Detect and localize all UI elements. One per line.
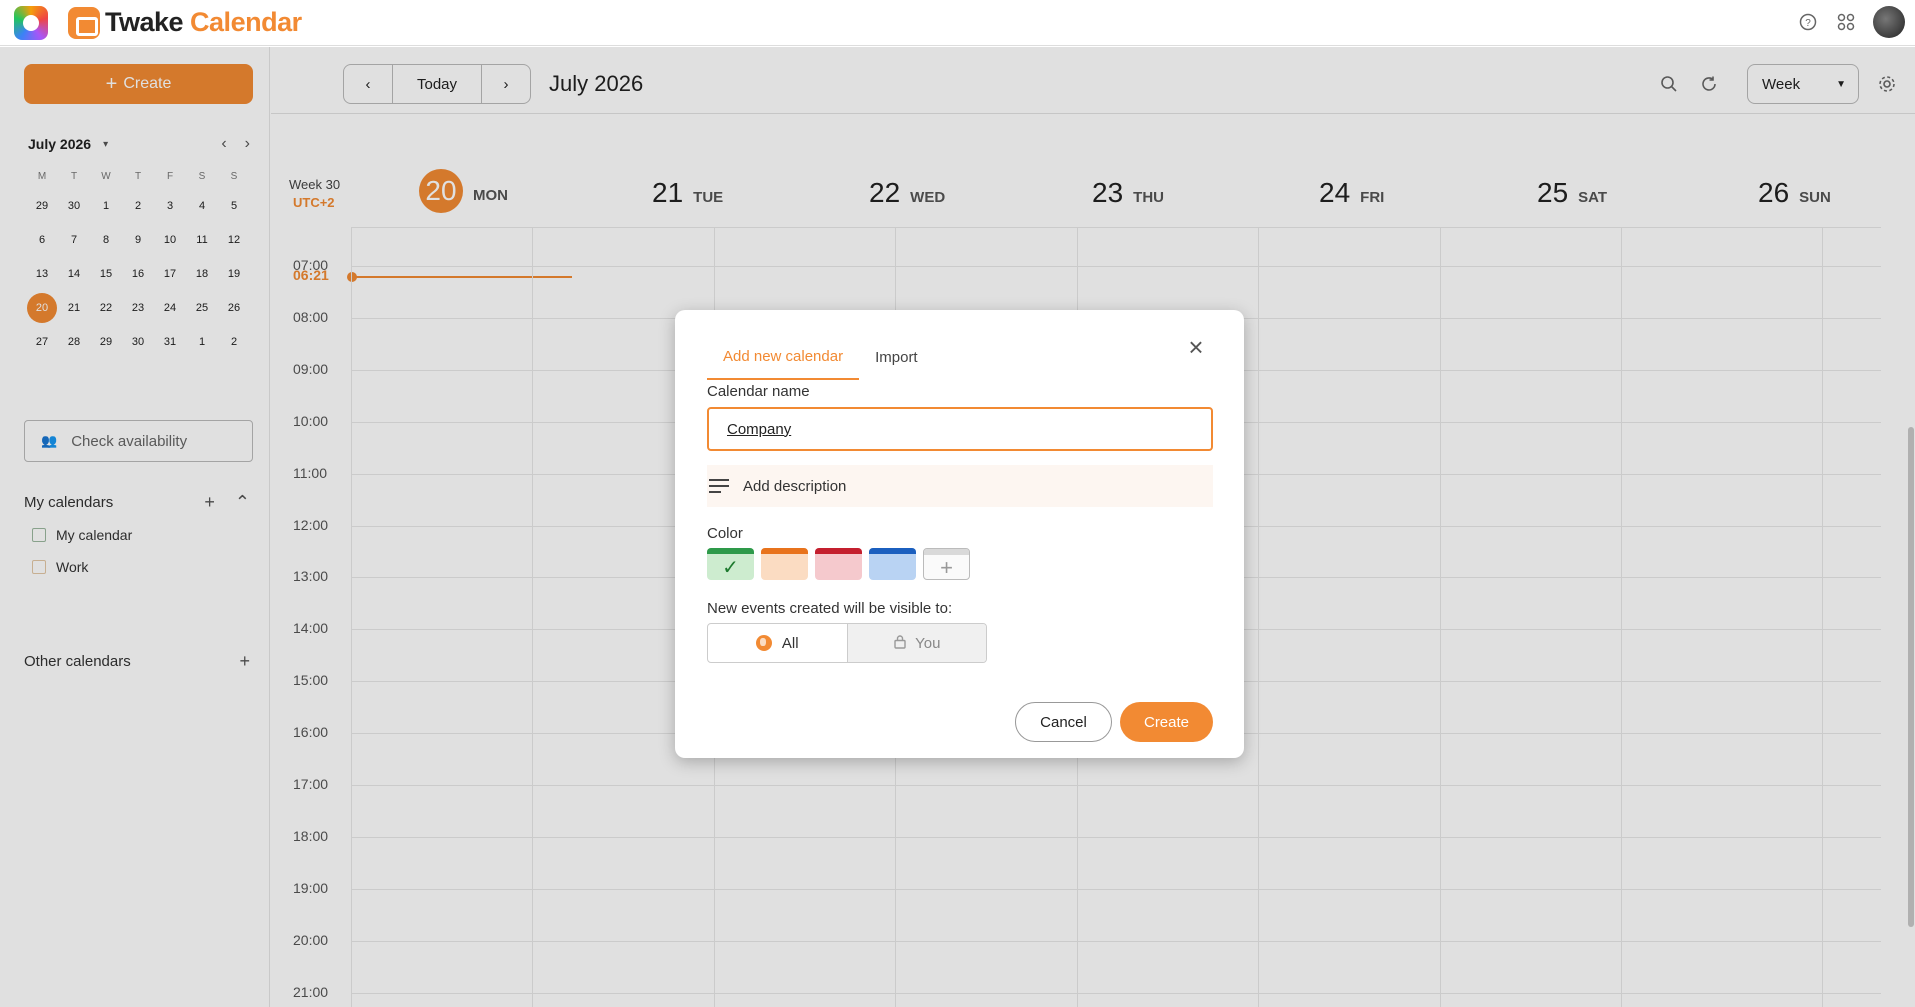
brand-logo[interactable]: Twake Calendar xyxy=(68,6,302,39)
add-calendar-dialog: Add new calendar Import × Calendar name … xyxy=(675,310,1244,758)
calendar-name-input[interactable] xyxy=(707,407,1213,451)
visibility-you-label: You xyxy=(915,634,941,652)
brand-name-part1: Twake xyxy=(105,7,184,37)
color-swatch[interactable] xyxy=(815,548,862,580)
create-calendar-button[interactable]: Create xyxy=(1120,702,1213,742)
text-lines-icon xyxy=(709,479,729,493)
color-swatches: ✓ + xyxy=(707,548,970,580)
apps-grid-icon[interactable] xyxy=(1835,11,1857,33)
color-swatch[interactable]: ✓ xyxy=(707,548,754,580)
tab-add-new-calendar[interactable]: Add new calendar xyxy=(707,334,860,380)
help-icon[interactable]: ? xyxy=(1797,11,1819,33)
color-swatch[interactable] xyxy=(869,548,916,580)
visibility-toggle: All You xyxy=(707,623,987,663)
visibility-all-option[interactable]: All xyxy=(708,624,847,662)
plus-icon: + xyxy=(940,555,953,580)
lock-icon xyxy=(893,634,907,652)
add-custom-color-button[interactable]: + xyxy=(923,548,970,580)
visibility-all-label: All xyxy=(781,634,799,652)
add-description-label: Add description xyxy=(743,477,847,495)
color-label: Color xyxy=(707,525,743,542)
svg-text:?: ? xyxy=(1805,18,1811,29)
calendar-logo-icon xyxy=(68,6,100,39)
color-swatch[interactable] xyxy=(761,548,808,580)
twake-apps-logo-icon[interactable] xyxy=(14,5,48,40)
dialog-tabs: Add new calendar Import xyxy=(707,334,934,380)
globe-icon xyxy=(755,635,772,651)
visibility-you-option[interactable]: You xyxy=(846,624,986,662)
user-avatar[interactable] xyxy=(1873,6,1905,38)
add-description-button[interactable]: Add description xyxy=(707,465,1213,507)
visibility-label: New events created will be visible to: xyxy=(707,600,953,617)
brand-name-part2: Calendar xyxy=(190,7,302,37)
close-icon[interactable]: × xyxy=(1184,334,1208,360)
calendar-name-label: Calendar name xyxy=(707,383,810,400)
tab-import[interactable]: Import xyxy=(859,334,934,380)
top-app-bar: Twake Calendar ? xyxy=(0,0,1915,46)
checkmark-icon: ✓ xyxy=(722,556,739,579)
cancel-button[interactable]: Cancel xyxy=(1015,702,1112,742)
